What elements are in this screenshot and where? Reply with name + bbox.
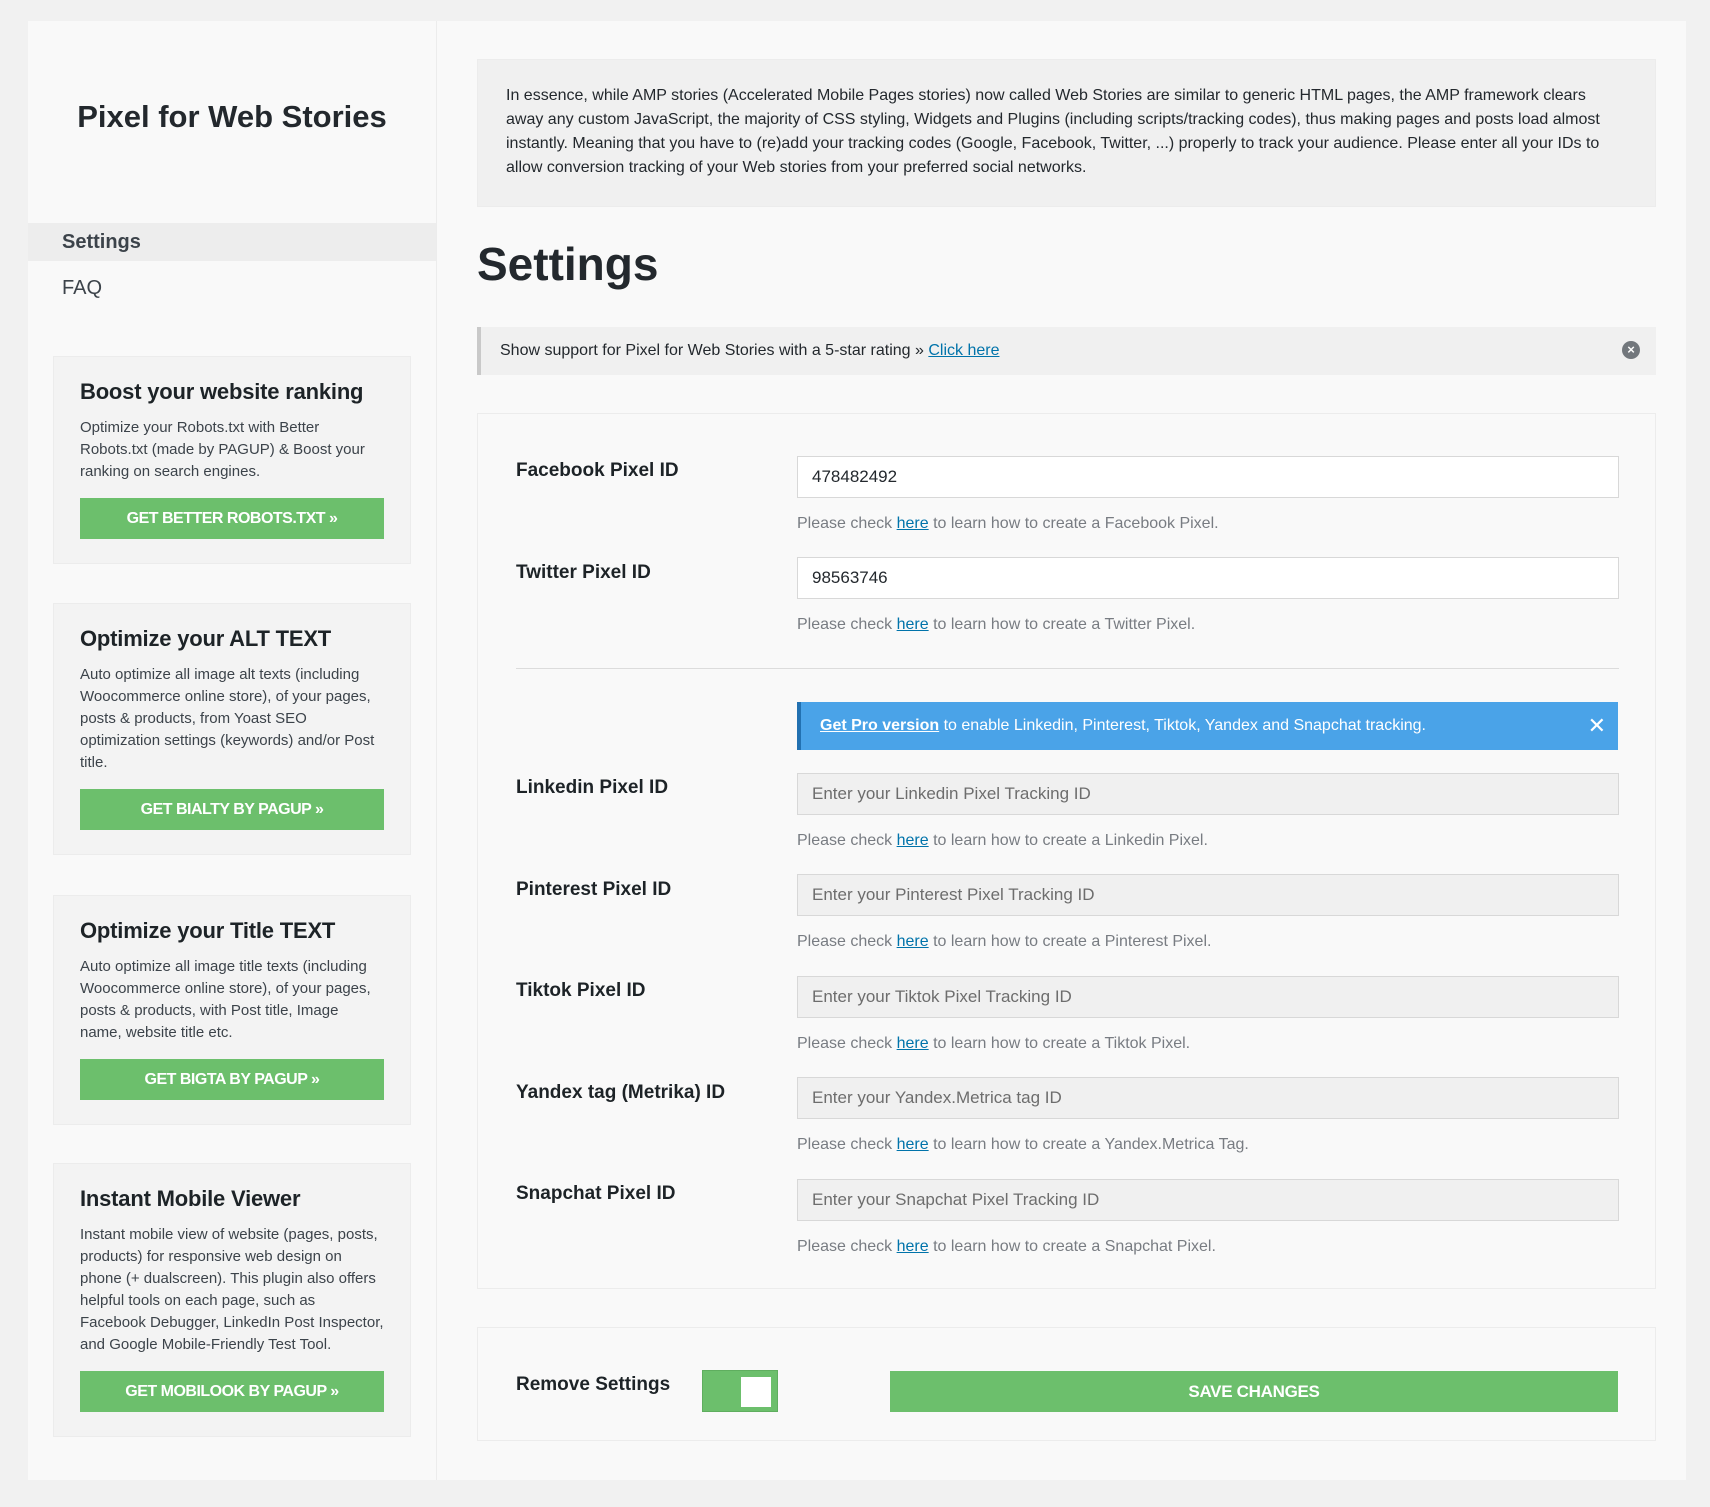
- tiktok-pixel-input[interactable]: [797, 976, 1619, 1018]
- facebook-help-link[interactable]: here: [897, 515, 929, 532]
- pinterest-pixel-help: Please check here to learn how to create…: [797, 933, 1212, 950]
- sidebar: Pixel for Web Stories Settings FAQ Boost…: [28, 21, 437, 1480]
- page-title: Settings: [477, 238, 659, 290]
- yandex-tag-label: Yandex tag (Metrika) ID: [516, 1082, 726, 1103]
- promo-title: Boost your website ranking: [80, 379, 364, 404]
- close-icon[interactable]: ✕: [1588, 713, 1606, 739]
- twitter-help-link[interactable]: here: [897, 616, 929, 633]
- remove-settings-label: Remove Settings: [516, 1374, 671, 1395]
- promo-card-alt-text: Optimize your ALT TEXT Auto optimize all…: [53, 603, 411, 855]
- promo-text: Auto optimize all image title texts (inc…: [80, 958, 371, 1041]
- promo-card-robots: Boost your website ranking Optimize your…: [53, 356, 411, 564]
- get-mobilook-button[interactable]: GET MOBILOOK BY PAGUP »: [80, 1371, 384, 1412]
- sidebar-item-faq[interactable]: FAQ: [28, 269, 436, 307]
- main-content: In essence, while AMP stories (Accelerat…: [437, 21, 1686, 1480]
- tiktok-help-link[interactable]: here: [897, 1035, 929, 1052]
- snapchat-pixel-input[interactable]: [797, 1179, 1619, 1221]
- intro-description: In essence, while AMP stories (Accelerat…: [477, 59, 1656, 207]
- section-divider: [516, 668, 1619, 669]
- promo-text: Instant mobile view of website (pages, p…: [80, 1226, 384, 1353]
- yandex-help-link[interactable]: here: [897, 1136, 929, 1153]
- pixel-settings-panel: Facebook Pixel ID Please check here to l…: [477, 413, 1656, 1289]
- sidebar-nav: Settings FAQ: [28, 223, 436, 307]
- snapchat-pixel-help: Please check here to learn how to create…: [797, 1238, 1216, 1255]
- save-panel: Remove Settings SAVE CHANGES: [477, 1327, 1656, 1441]
- get-bigta-button[interactable]: GET BIGTA BY PAGUP »: [80, 1059, 384, 1100]
- remove-settings-toggle[interactable]: [702, 1370, 778, 1412]
- linkedin-pixel-help: Please check here to learn how to create…: [797, 832, 1208, 849]
- dismiss-notice-icon[interactable]: ×: [1622, 341, 1640, 359]
- save-changes-button[interactable]: SAVE CHANGES: [890, 1371, 1618, 1412]
- tiktok-pixel-help: Please check here to learn how to create…: [797, 1035, 1191, 1052]
- linkedin-pixel-label: Linkedin Pixel ID: [516, 777, 669, 798]
- rating-click-here-link[interactable]: Click here: [928, 342, 999, 360]
- promo-text: Optimize your Robots.txt with Better Rob…: [80, 419, 365, 480]
- twitter-pixel-input[interactable]: [797, 557, 1619, 599]
- linkedin-pixel-input[interactable]: [797, 773, 1619, 815]
- get-better-robots-button[interactable]: GET BETTER ROBOTS.TXT »: [80, 498, 384, 539]
- toggle-knob: [741, 1377, 771, 1407]
- twitter-pixel-label: Twitter Pixel ID: [516, 562, 651, 583]
- pro-notice-text: to enable Linkedin, Pinterest, Tiktok, Y…: [939, 717, 1426, 734]
- facebook-pixel-label: Facebook Pixel ID: [516, 460, 679, 481]
- pinterest-pixel-input[interactable]: [797, 874, 1619, 916]
- sidebar-item-settings[interactable]: Settings: [28, 223, 436, 261]
- promo-card-title-text: Optimize your Title TEXT Auto optimize a…: [53, 895, 411, 1125]
- twitter-pixel-help: Please check here to learn how to create…: [797, 616, 1196, 633]
- promo-text: Auto optimize all image alt texts (inclu…: [80, 666, 375, 771]
- snapchat-pixel-label: Snapchat Pixel ID: [516, 1183, 676, 1204]
- app-window: Pixel for Web Stories Settings FAQ Boost…: [28, 21, 1686, 1480]
- get-pro-version-link[interactable]: Get Pro version: [820, 717, 939, 735]
- rating-notice-text: Show support for Pixel for Web Stories w…: [500, 342, 929, 359]
- tiktok-pixel-label: Tiktok Pixel ID: [516, 980, 646, 1001]
- pinterest-help-link[interactable]: here: [897, 933, 929, 950]
- brand-title: Pixel for Web Stories: [77, 99, 387, 134]
- facebook-pixel-input[interactable]: [797, 456, 1619, 498]
- promo-title: Instant Mobile Viewer: [80, 1186, 301, 1211]
- pinterest-pixel-label: Pinterest Pixel ID: [516, 879, 672, 900]
- pro-version-notice: Get Pro version to enable Linkedin, Pint…: [797, 702, 1618, 750]
- linkedin-help-link[interactable]: here: [897, 832, 929, 849]
- promo-title: Optimize your Title TEXT: [80, 918, 336, 943]
- facebook-pixel-help: Please check here to learn how to create…: [797, 515, 1219, 532]
- yandex-tag-help: Please check here to learn how to create…: [797, 1136, 1249, 1153]
- rating-notice: Show support for Pixel for Web Stories w…: [477, 327, 1656, 375]
- get-bialty-button[interactable]: GET BIALTY BY PAGUP »: [80, 789, 384, 830]
- yandex-tag-input[interactable]: [797, 1077, 1619, 1119]
- snapchat-help-link[interactable]: here: [897, 1238, 929, 1255]
- promo-card-mobile-viewer: Instant Mobile Viewer Instant mobile vie…: [53, 1163, 411, 1437]
- promo-title: Optimize your ALT TEXT: [80, 626, 332, 651]
